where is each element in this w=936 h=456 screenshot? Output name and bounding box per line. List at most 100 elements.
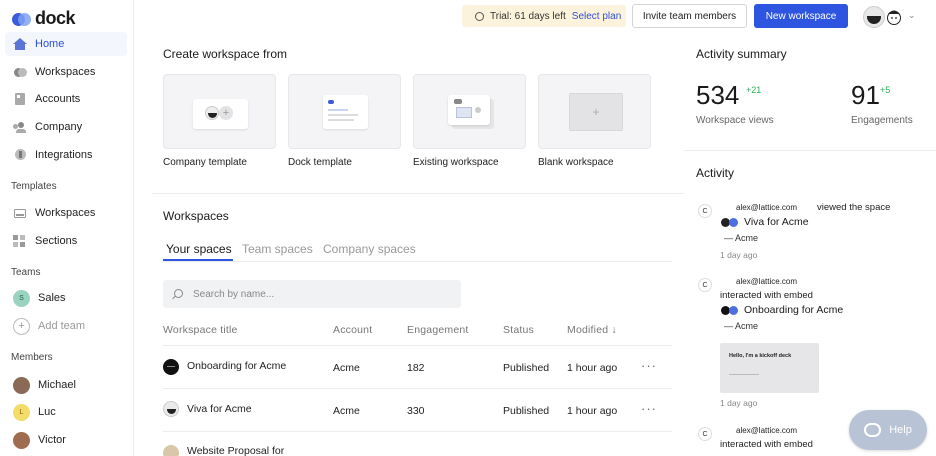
table-cell-account: Acme <box>333 405 360 417</box>
more-options-icon[interactable]: ··· <box>641 401 657 416</box>
teams-section-label: Teams <box>11 267 41 278</box>
column-header-status[interactable]: Status <box>503 324 534 336</box>
chevron-down-icon[interactable]: ⌄ <box>908 10 916 21</box>
company-template-label: Company template <box>163 157 247 168</box>
sidebar-item-label: Integrations <box>35 149 93 161</box>
templates-section-label: Templates <box>11 181 57 192</box>
activity-workspace[interactable]: Viva for Acme <box>744 216 809 228</box>
embed-title: Hello, I'm a kickoff deck <box>729 353 792 359</box>
sidebar-item-label: Luc <box>38 406 56 418</box>
workspace-logo-icon <box>163 359 179 375</box>
sidebar-item-member-victor[interactable]: Victor <box>5 428 127 452</box>
brand-name: dock <box>35 8 76 28</box>
engagements-label: Engagements <box>851 115 913 126</box>
dock-logo[interactable]: dock <box>12 8 76 29</box>
user-avatar[interactable] <box>863 6 885 28</box>
tab-your-spaces[interactable]: Your spaces <box>166 242 232 256</box>
sidebar-item-label: Workspaces <box>35 66 96 78</box>
sidebar-item-workspaces[interactable]: Workspaces <box>5 60 127 84</box>
embed-thumbnail[interactable]: Hello, I'm a kickoff deck <box>720 343 819 393</box>
blank-workspace-label: Blank workspace <box>538 157 614 168</box>
activity-email: alex@lattice.com <box>736 426 798 435</box>
table-cell-modified: 1 hour ago <box>567 405 618 417</box>
activity-avatar: C <box>698 278 712 292</box>
workspace-logo-icon <box>163 401 179 417</box>
sidebar-item-accounts[interactable]: Accounts <box>5 87 127 111</box>
table-cell-engagement: 182 <box>407 362 425 374</box>
existing-workspace-card[interactable] <box>413 74 526 149</box>
sidebar-item-label: Workspaces <box>35 207 96 219</box>
company-icon <box>13 121 27 133</box>
team-avatar: S <box>13 289 30 307</box>
activity-account: — Acme <box>724 321 759 331</box>
sidebar-item-integrations[interactable]: Integrations <box>5 143 127 167</box>
document-preview-icon <box>323 95 368 129</box>
sidebar-item-company[interactable]: Company <box>5 115 127 139</box>
tab-company-spaces[interactable]: Company spaces <box>323 242 416 256</box>
select-plan-link[interactable]: Select plan <box>572 11 621 22</box>
workspace-views-label: Workspace views <box>696 115 774 126</box>
member-avatar: L <box>13 403 30 421</box>
table-cell-title[interactable]: Website Proposal for <box>187 445 284 456</box>
user-face-avatar[interactable] <box>884 6 904 28</box>
more-options-icon[interactable]: ··· <box>641 358 657 373</box>
activity-time: 1 day ago <box>720 398 758 408</box>
company-logo-icon <box>205 106 219 120</box>
sidebar-item-label: Sales <box>38 292 66 304</box>
activity-title: Activity <box>696 166 735 180</box>
column-header-modified[interactable]: Modified ↓ <box>567 324 617 336</box>
home-icon <box>13 38 27 50</box>
activity-account: — Acme <box>724 233 759 243</box>
dock-template-card[interactable] <box>288 74 401 149</box>
workspace-logos-icon <box>721 218 741 228</box>
column-header-title[interactable]: Workspace title <box>163 324 238 336</box>
sidebar-item-label: Victor <box>38 434 66 446</box>
sidebar-item-home[interactable]: Home <box>5 32 127 56</box>
sidebar-item-label: Sections <box>35 235 78 247</box>
invite-team-members-button[interactable]: Invite team members <box>632 4 747 28</box>
help-button[interactable]: Help <box>849 410 927 450</box>
new-workspace-button[interactable]: New workspace <box>754 4 848 28</box>
row-divider <box>163 388 672 389</box>
sidebar: dock Home Workspaces Accounts Company In… <box>0 0 134 456</box>
add-team-button[interactable]: + Add team <box>5 314 127 338</box>
row-divider <box>163 431 672 432</box>
table-cell-title[interactable]: Viva for Acme <box>187 403 252 415</box>
search-input[interactable] <box>163 280 461 308</box>
sidebar-item-template-workspaces[interactable]: Workspaces <box>5 201 127 225</box>
table-cell-account: Acme <box>333 362 360 374</box>
sidebar-item-label: Company <box>35 121 83 133</box>
create-workspace-title: Create workspace from <box>163 47 288 61</box>
activity-action: interacted with embed <box>720 290 813 301</box>
accounts-icon <box>13 93 27 105</box>
activity-action: interacted with embed <box>720 439 813 450</box>
blank-workspace-card[interactable]: + <box>538 74 651 149</box>
activity-workspace[interactable]: Onboarding for Acme <box>744 304 843 316</box>
chat-bubble-icon <box>864 423 882 437</box>
sections-grid-icon <box>13 235 27 247</box>
tabs-divider <box>163 261 672 262</box>
search-icon <box>174 289 183 298</box>
summary-divider <box>684 150 936 151</box>
member-avatar <box>13 431 30 449</box>
clock-icon <box>475 11 484 21</box>
sidebar-item-member-luc[interactable]: L Luc <box>5 400 127 424</box>
activity-summary-title: Activity summary <box>696 47 787 61</box>
sidebar-item-member-michael[interactable]: Michael <box>5 373 127 397</box>
existing-workspace-label: Existing workspace <box>413 157 499 168</box>
activity-email: alex@lattice.com <box>736 277 798 286</box>
column-header-engagement[interactable]: Engagement <box>407 324 469 336</box>
tab-team-spaces[interactable]: Team spaces <box>242 242 313 256</box>
company-template-card[interactable]: + <box>163 74 276 149</box>
template-workspaces-icon <box>13 207 27 219</box>
activity-email: alex@lattice.com <box>736 203 798 212</box>
table-cell-status: Published <box>503 362 550 374</box>
column-header-account[interactable]: Account <box>333 324 372 336</box>
workspace-preview-icon <box>448 95 490 125</box>
table-cell-title[interactable]: Onboarding for Acme <box>187 360 286 372</box>
sidebar-item-team-sales[interactable]: S Sales <box>5 286 127 310</box>
sidebar-item-sections[interactable]: Sections <box>5 229 127 253</box>
dock-logo-icon <box>12 12 32 26</box>
trial-banner: Trial: 61 days left Select plan <box>462 5 626 27</box>
workspace-views-value: 534 <box>696 80 740 110</box>
